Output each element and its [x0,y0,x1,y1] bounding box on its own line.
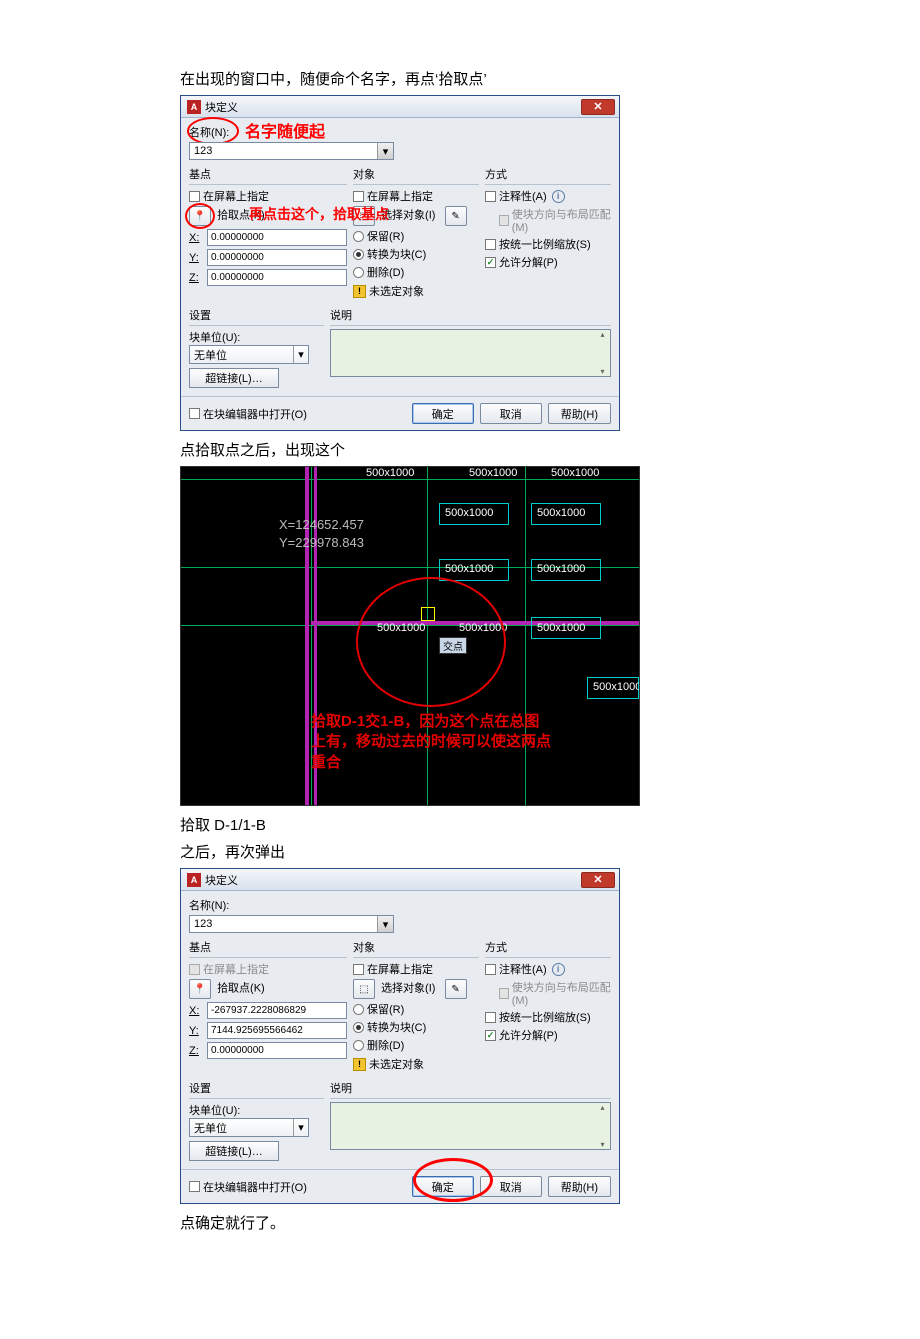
y-input[interactable] [207,1022,347,1039]
chk-screen-obj[interactable] [353,191,364,202]
radio-keep[interactable] [353,1004,364,1015]
z-input[interactable] [207,269,347,286]
name-label: 名称(N): [189,124,229,140]
chk-open-editor[interactable] [189,1181,200,1192]
chk-explode[interactable] [485,1030,496,1041]
y-input[interactable] [207,249,347,266]
red-annotation: 拾取D-1交1-B，因为这个点在总图 上有，移动过去的时候可以使这两点 重合 [311,712,631,773]
section-base: 基点 [189,166,347,185]
block-unit-label: 块单位(U): [189,329,324,345]
ok-button[interactable]: 确定 [412,1176,474,1197]
hyperlink-btn[interactable]: 超链接(L)… [189,368,279,388]
chk-orient [499,215,509,226]
warning-icon: ! [353,285,366,298]
chevron-down-icon[interactable]: ▾ [377,143,393,159]
titlebar: A 块定义 ✕ [181,869,619,891]
info-icon[interactable]: i [552,190,565,203]
chk-orient [499,988,509,999]
block-unit-select[interactable]: 无单位 ▾ [189,1118,309,1137]
doc-paragraph: 之后，再次弹出 [180,841,900,862]
close-icon[interactable]: ✕ [581,872,615,888]
chk-explode[interactable] [485,257,496,268]
info-icon[interactable]: i [552,963,565,976]
dialog-title: 块定义 [205,99,581,115]
app-icon: A [187,873,201,887]
chevron-down-icon[interactable]: ▾ [293,1119,308,1136]
chk-screen-base [189,964,200,975]
pick-point-btn[interactable]: 📍 [189,206,211,226]
quick-select-btn[interactable]: ✎ [445,979,467,999]
select-obj-label: 选择对象(I) [381,210,435,222]
doc-paragraph: 点拾取点之后，出现这个 [180,439,900,460]
section-object: 对象 [353,166,479,185]
radio-convert[interactable] [353,1022,364,1033]
quick-select-btn[interactable]: ✎ [445,206,467,226]
chk-uniform[interactable] [485,1012,496,1023]
chk-screen-obj[interactable] [353,964,364,975]
section-desc: 说明 [330,307,611,326]
chk-annotative[interactable] [485,964,496,975]
name-combo[interactable]: 123 ▾ [189,915,394,933]
pick-point-btn[interactable]: 📍 [189,979,211,999]
description-textarea[interactable]: ▴▾ [330,329,611,377]
close-icon[interactable]: ✕ [581,99,615,115]
pick-point-label: 拾取点(K) [217,210,265,222]
cancel-button[interactable]: 取消 [480,1176,542,1197]
radio-convert[interactable] [353,249,364,260]
doc-paragraph: 拾取 D-1/1-B [180,814,900,835]
select-obj-btn[interactable]: ⬚ [353,979,375,999]
chk-screen-base[interactable] [189,191,200,202]
titlebar: A 块定义 ✕ [181,96,619,118]
warning-icon: ! [353,1058,366,1071]
chk-annotative[interactable] [485,191,496,202]
cad-screenshot: 500x1000 500x1000 500x1000 500x1000 500x… [180,466,640,806]
cancel-button[interactable]: 取消 [480,403,542,424]
chevron-down-icon[interactable]: ▾ [377,916,393,932]
block-define-dialog-2: A 块定义 ✕ 名称(N): 123 ▾ 基点 在屏幕上指定 📍 拾取点(K) … [180,868,620,1204]
x-input[interactable] [207,1002,347,1019]
block-define-dialog-1: 名字随便起 A 块定义 ✕ 名称(N): 123 ▾ 基点 在屏幕上指定 📍 拾… [180,95,620,431]
help-button[interactable]: 帮助(H) [548,403,611,424]
name-value: 123 [194,145,212,157]
block-unit-select[interactable]: 无单位 ▾ [189,345,309,364]
section-settings: 设置 [189,307,324,326]
chk-uniform[interactable] [485,239,496,250]
chevron-down-icon[interactable]: ▾ [293,346,308,363]
z-input[interactable] [207,1042,347,1059]
doc-paragraph: 点确定就行了。 [180,1212,900,1233]
radio-delete[interactable] [353,267,364,278]
radio-keep[interactable] [353,231,364,242]
app-icon: A [187,100,201,114]
description-textarea[interactable]: ▴▾ [330,1102,611,1150]
radio-delete[interactable] [353,1040,364,1051]
dialog-title: 块定义 [205,872,581,888]
help-button[interactable]: 帮助(H) [548,1176,611,1197]
chk-open-editor[interactable] [189,408,200,419]
doc-paragraph: 在出现的窗口中，随便命个名字，再点‘拾取点’ [180,68,900,89]
section-mode: 方式 [485,166,611,185]
select-obj-btn[interactable]: ⬚ [353,206,375,226]
ok-button[interactable]: 确定 [412,403,474,424]
hyperlink-btn[interactable]: 超链接(L)… [189,1141,279,1161]
name-combo[interactable]: 123 ▾ [189,142,394,160]
red-circle-anno [356,577,506,707]
x-input[interactable] [207,229,347,246]
